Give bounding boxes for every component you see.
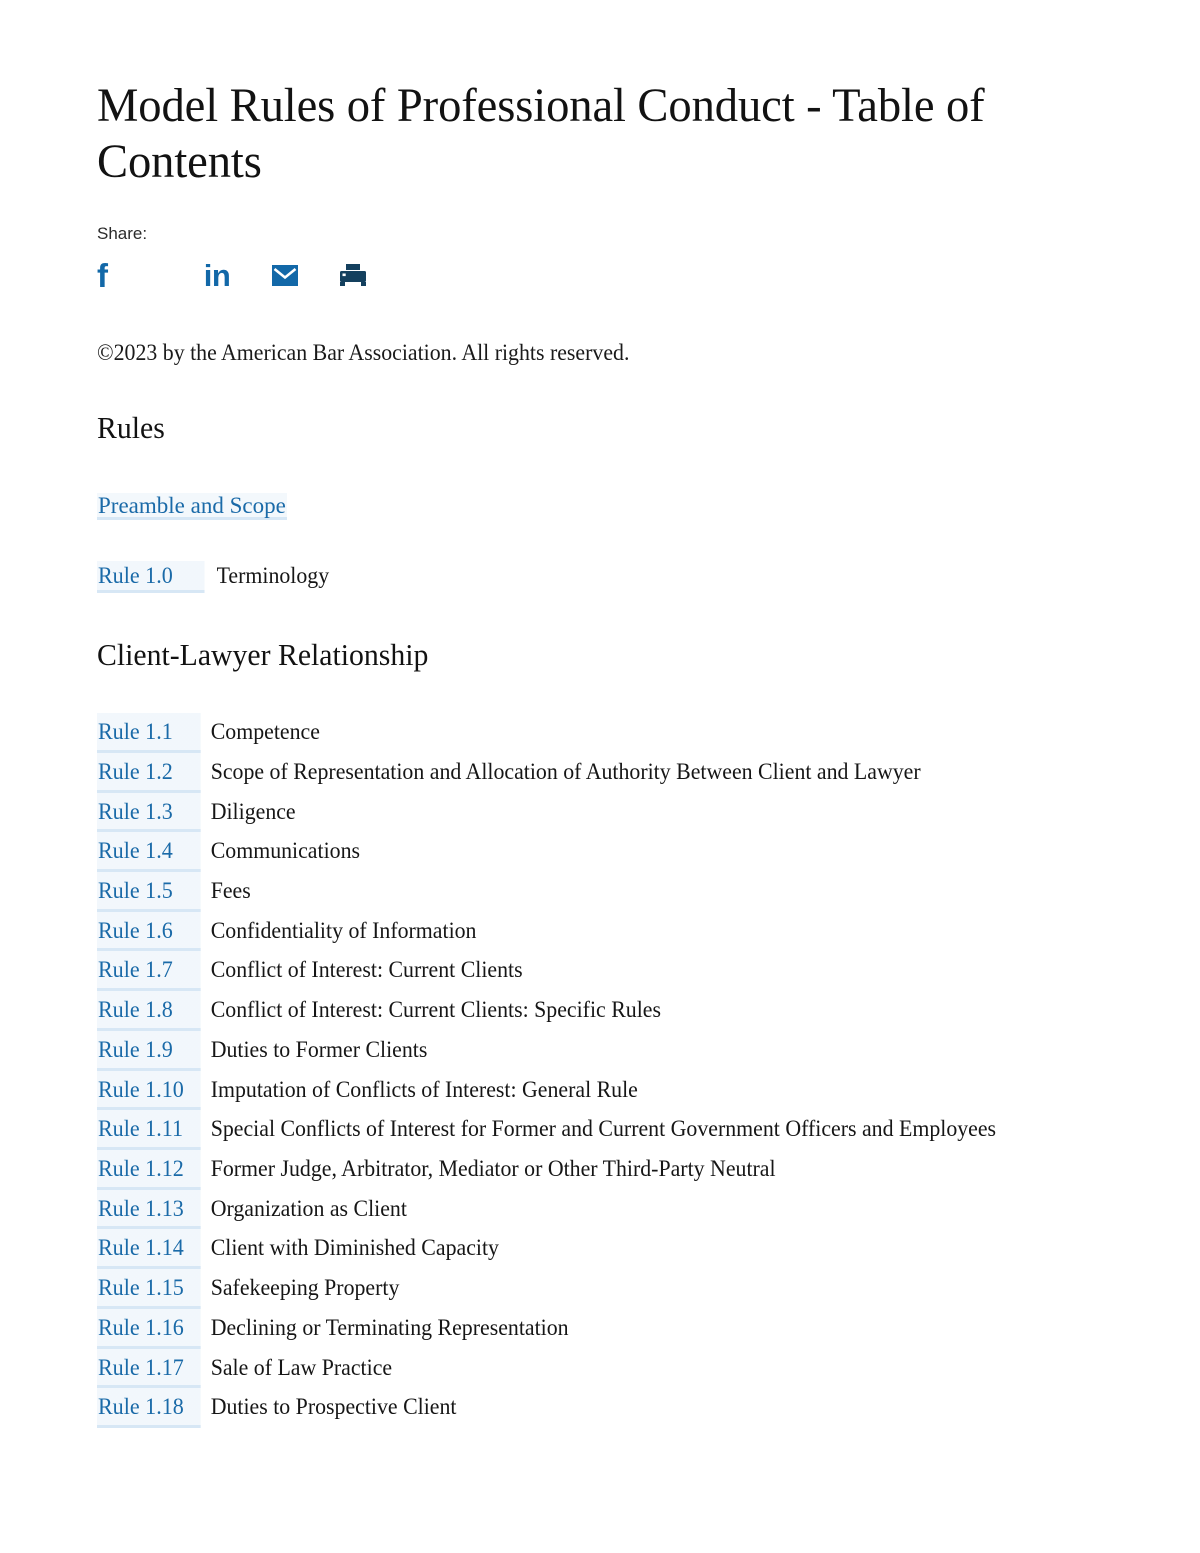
linkedin-icon: in [203,258,231,294]
rule-number-link[interactable]: Rule 1.17 [97,1348,201,1389]
share-icon-list: f in [97,259,1103,293]
rule-number-link[interactable]: Rule 1.13 [97,1189,201,1230]
share-label: Share: [97,224,148,244]
rule-number-link[interactable]: Rule 1.10 [97,1070,201,1111]
preamble-row: Preamble and Scope [97,491,1103,521]
rule-number-link[interactable]: Rule 1.18 [97,1388,201,1429]
rule-title: Former Judge, Arbitrator, Mediator or Ot… [210,1156,776,1182]
rule-number-link[interactable]: Rule 1.7 [97,951,201,992]
page-title: Model Rules of Professional Conduct - Ta… [97,79,985,189]
section-heading-client-lawyer-relationship: Client-Lawyer Relationship [97,636,429,672]
rule-row: Rule 1.7 Conflict of Interest: Current Cl… [97,951,1103,992]
rule-row: Rule 1.17 Sale of Law Practice [97,1348,1103,1389]
rule-row: Rule 1.1 Competence [97,713,1103,753]
rule-title: Conflict of Interest: Current Clients: S… [210,997,661,1023]
rule-row: Rule 1.10 Imputation of Conflicts of Inte… [97,1070,1103,1111]
rule-number-link[interactable]: Rule 1.5 [97,872,201,912]
rule-title: Client with Diminished Capacity [210,1235,499,1261]
rule-number-link[interactable]: Rule 1.3 [97,792,201,833]
email-icon [272,265,298,287]
rule-title: Communications [210,838,361,864]
print-button[interactable] [319,259,387,293]
rule-title: Duties to Former Clients [210,1036,428,1062]
rule-row: Rule 1.8 Conflict of Interest: Current Cl… [97,991,1103,1031]
email-share-button[interactable] [251,259,319,293]
linkedin-share-button[interactable]: in [183,259,251,293]
rule-row: Rule 1.15 Safekeeping Property [97,1269,1103,1309]
rule-title: Fees [210,878,251,903]
rule-row: Rule 1.9 Duties to Former Clients [97,1030,1103,1071]
rule-row: Rule 1.5 Fees [97,872,1103,912]
rule-number-link[interactable]: Rule 1.14 [97,1229,201,1270]
rule-number-link[interactable]: Rule 1.11 [97,1110,201,1151]
rule-number-link[interactable]: Rule 1.6 [97,911,201,952]
rule-title: Diligence [210,798,296,824]
rule-title: Duties to Prospective Client [210,1394,457,1420]
rule-row: Rule 1.2 Scope of Representation and Allo… [97,752,1103,793]
section-heading-rules: Rules [97,409,165,445]
rule-title: Confidentiality of Information [210,917,477,943]
rule-row: Rule 1.4 Communications [97,832,1103,872]
preamble-and-scope-link[interactable]: Preamble and Scope [97,493,287,521]
rules-list: Rule 1.1 Competence Rule 1.2 Scope of Repre… [97,713,1103,1429]
copyright-notice: ©2023 by the American Bar Association. A… [97,339,630,365]
rule-number-link[interactable]: Rule 1.8 [97,991,201,1031]
rule-row: Rule 1.14 Client with Diminished Capacity [97,1229,1103,1270]
rule-title: Special Conflicts of Interest for Former… [210,1116,997,1142]
rule-row: Rule 1.11 Special Conflicts of Interest f… [97,1110,1103,1151]
rule-number-link[interactable]: Rule 1.16 [97,1308,201,1349]
rule-title: Conflict of Interest: Current Clients [210,957,523,983]
share-block: Share: f in [97,224,1103,292]
rule-row: Rule 1.12 Former Judge, Arbitrator, Media… [97,1150,1103,1190]
rule-row: Rule 1.18 Duties to Prospective Client [97,1388,1103,1429]
rule-row: Rule 1.6 Confidentiality of Information [97,911,1103,952]
rule-number-link[interactable]: Rule 1.12 [97,1150,201,1190]
rule-row: Rule 1.13 Organization as Client [97,1189,1103,1230]
document-page: Model Rules of Professional Conduct - Ta… [0,0,1200,1553]
rule-title: Scope of Representation and Allocation o… [210,758,921,784]
facebook-share-button[interactable]: f [97,259,183,293]
rule-number-link[interactable]: Rule 1.4 [97,832,201,872]
rule-number-link[interactable]: Rule 1.2 [97,752,201,793]
rule-title: Safekeeping Property [210,1275,400,1301]
rule-number-link[interactable]: Rule 1.9 [97,1030,201,1071]
rule-number-link[interactable]: Rule 1.15 [97,1269,201,1309]
rule-number-link[interactable]: Rule 1.1 [97,713,201,753]
rule-title: Declining or Terminating Representation [210,1314,569,1340]
facebook-icon: f [97,257,108,295]
rule-title: Sale of Law Practice [210,1354,393,1380]
rule-title: Imputation of Conflicts of Interest: Gen… [210,1076,638,1102]
rule-row: Rule 1.0 Terminology [97,560,1103,593]
rule-title: Terminology [216,562,330,588]
rule-row: Rule 1.3 Diligence [97,792,1103,833]
print-icon [339,263,367,288]
rule-title: Organization as Client [210,1195,407,1221]
rule-title: Competence [210,719,320,745]
rule-number-link[interactable]: Rule 1.0 [97,560,205,593]
rule-row: Rule 1.16 Declining or Terminating Repres… [97,1308,1103,1349]
